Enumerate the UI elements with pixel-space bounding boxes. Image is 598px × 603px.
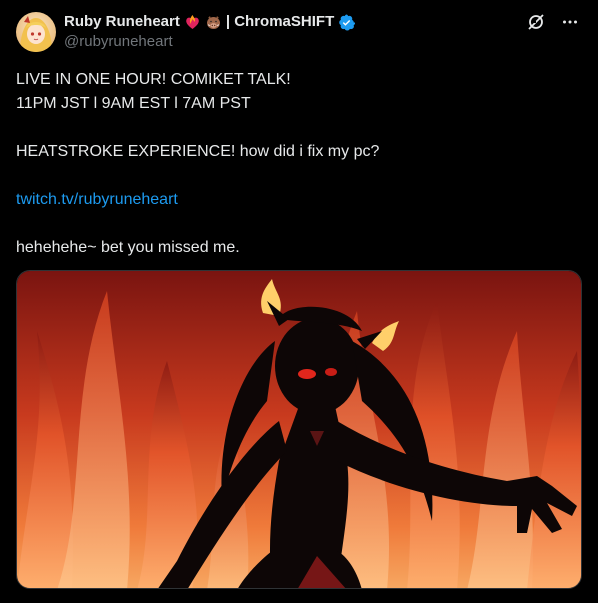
verified-badge-icon: [338, 13, 356, 31]
author-display-name[interactable]: Ruby Runeheart: [64, 12, 180, 32]
tweet-line: HEATSTROKE EXPERIENCE! how did i fix my …: [16, 143, 380, 160]
author-handle[interactable]: @rubyruneheart: [64, 32, 355, 52]
tweet-line: [16, 212, 582, 236]
tweet-image[interactable]: [16, 270, 582, 589]
twitch-link[interactable]: twitch.tv/rubyruneheart: [16, 191, 178, 208]
author-name-row[interactable]: Ruby Runeheart | ChromaSHIFT: [64, 12, 356, 32]
grok-icon[interactable]: [526, 12, 546, 32]
tweet-link-line: twitch.tv/rubyruneheart: [16, 188, 582, 212]
tweet: Ruby Runeheart | ChromaSHIFT @rubyrunehe…: [0, 0, 598, 603]
tweet-line: LIVE IN ONE HOUR! COMIKET TALK!: [16, 71, 291, 88]
avatar[interactable]: [16, 12, 56, 52]
author-block: Ruby Runeheart | ChromaSHIFT @rubyrunehe…: [64, 12, 356, 52]
author-name-suffix[interactable]: | ChromaSHIFT: [226, 12, 334, 32]
tweet-line: [16, 116, 582, 140]
fire-heart-emoji-icon: [184, 14, 201, 31]
header-actions: [526, 12, 580, 32]
tweet-line: 11PM JST l 9AM EST l 7AM PST: [16, 95, 251, 112]
tweet-header: Ruby Runeheart | ChromaSHIFT @rubyrunehe…: [16, 12, 582, 52]
tweet-line: [16, 164, 582, 188]
tweet-text: LIVE IN ONE HOUR! COMIKET TALK! 11PM JST…: [16, 68, 582, 260]
more-icon[interactable]: [560, 12, 580, 32]
boar-emoji-icon: [205, 14, 222, 31]
tweet-line: hehehehe~ bet you missed me.: [16, 239, 240, 256]
